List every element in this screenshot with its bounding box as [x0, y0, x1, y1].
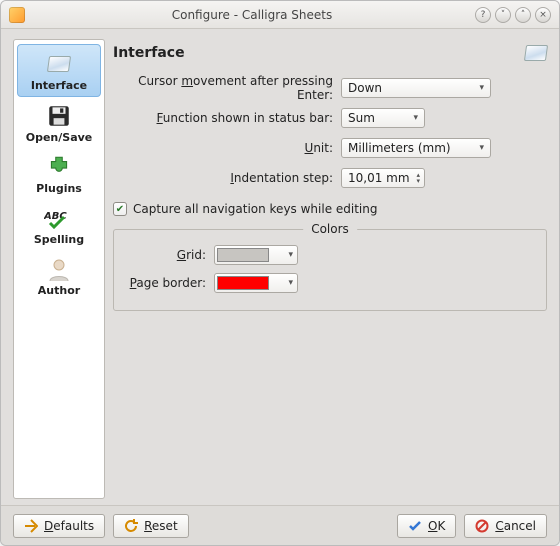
minimize-button[interactable]: ˅ — [495, 7, 511, 23]
plugin-icon — [42, 154, 76, 180]
page-title: Interface — [113, 45, 525, 61]
cancel-icon — [475, 519, 489, 533]
spelling-icon: ABC — [42, 205, 76, 231]
sidebar-item-label: Interface — [31, 79, 87, 92]
cancel-button[interactable]: Cancel — [464, 514, 547, 538]
capture-nav-checkbox[interactable]: ✔ — [113, 202, 127, 216]
app-icon — [9, 7, 25, 23]
page-border-color-swatch — [217, 276, 269, 290]
sidebar-item-label: Author — [38, 284, 80, 297]
sidebar-item-label: Spelling — [34, 233, 84, 246]
chevron-down-icon: ▾ — [407, 113, 418, 123]
page-border-color-select[interactable]: ▾ — [214, 273, 298, 293]
close-button[interactable]: × — [535, 7, 551, 23]
ok-icon — [408, 519, 422, 533]
reset-icon — [124, 519, 138, 533]
grid-color-select[interactable]: ▾ — [214, 245, 298, 265]
function-select[interactable]: Sum▾ — [341, 108, 425, 128]
dialog-window: Configure - Calligra Sheets ? ˅ ˄ × Inte… — [0, 0, 560, 546]
sidebar-item-interface[interactable]: Interface — [17, 44, 101, 97]
author-icon — [42, 256, 76, 282]
sidebar-item-spelling[interactable]: ABC Spelling — [17, 199, 101, 250]
chevron-down-icon: ▾ — [282, 278, 293, 288]
cursor-movement-select[interactable]: Down▾ — [341, 78, 491, 98]
maximize-button[interactable]: ˄ — [515, 7, 531, 23]
ok-button[interactable]: OK — [397, 514, 456, 538]
indentation-label: Indentation step: — [113, 171, 341, 185]
indentation-spinbox[interactable]: 10,01 mm ▴▾ — [341, 168, 425, 188]
reset-button[interactable]: Reset — [113, 514, 189, 538]
chevron-down-icon: ▾ — [473, 143, 484, 153]
sidebar-item-author[interactable]: Author — [17, 250, 101, 301]
window-title: Configure - Calligra Sheets — [29, 8, 475, 22]
colors-group-title: Colors — [303, 222, 357, 236]
sidebar-item-opensave[interactable]: Open/Save — [17, 97, 101, 148]
chevron-down-icon: ▾ — [282, 250, 293, 260]
save-icon — [42, 103, 76, 129]
colors-group: Colors Grid: ▾ Page border: — [113, 229, 547, 311]
defaults-icon — [24, 519, 38, 533]
unit-select[interactable]: Millimeters (mm)▾ — [341, 138, 491, 158]
unit-label: Unit: — [113, 141, 341, 155]
chevron-down-icon: ▾ — [473, 83, 484, 93]
defaults-button[interactable]: Defaults — [13, 514, 105, 538]
dialog-button-bar: Defaults Reset OK Cancel — [1, 505, 559, 545]
capture-nav-label: Capture all navigation keys while editin… — [133, 202, 378, 216]
sidebar-item-label: Open/Save — [26, 131, 93, 144]
grid-color-label: Grid: — [124, 248, 214, 262]
interface-icon — [42, 51, 76, 77]
titlebar: Configure - Calligra Sheets ? ˅ ˄ × — [1, 1, 559, 29]
page-border-color-label: Page border: — [124, 276, 214, 290]
grid-color-swatch — [217, 248, 269, 262]
cursor-movement-label: Cursor movement after pressing Enter: — [113, 74, 341, 102]
sidebar-item-plugins[interactable]: Plugins — [17, 148, 101, 199]
spin-buttons[interactable]: ▴▾ — [416, 172, 420, 184]
svg-text:ABC: ABC — [44, 211, 67, 222]
help-button[interactable]: ? — [475, 7, 491, 23]
sidebar-item-label: Plugins — [36, 182, 82, 195]
page-icon — [525, 45, 547, 61]
function-label: Function shown in status bar: — [113, 111, 341, 125]
sidebar: Interface Open/Save Plugins ABC Spelling — [13, 39, 105, 499]
settings-page: Interface Cursor movement after pressing… — [113, 39, 547, 499]
